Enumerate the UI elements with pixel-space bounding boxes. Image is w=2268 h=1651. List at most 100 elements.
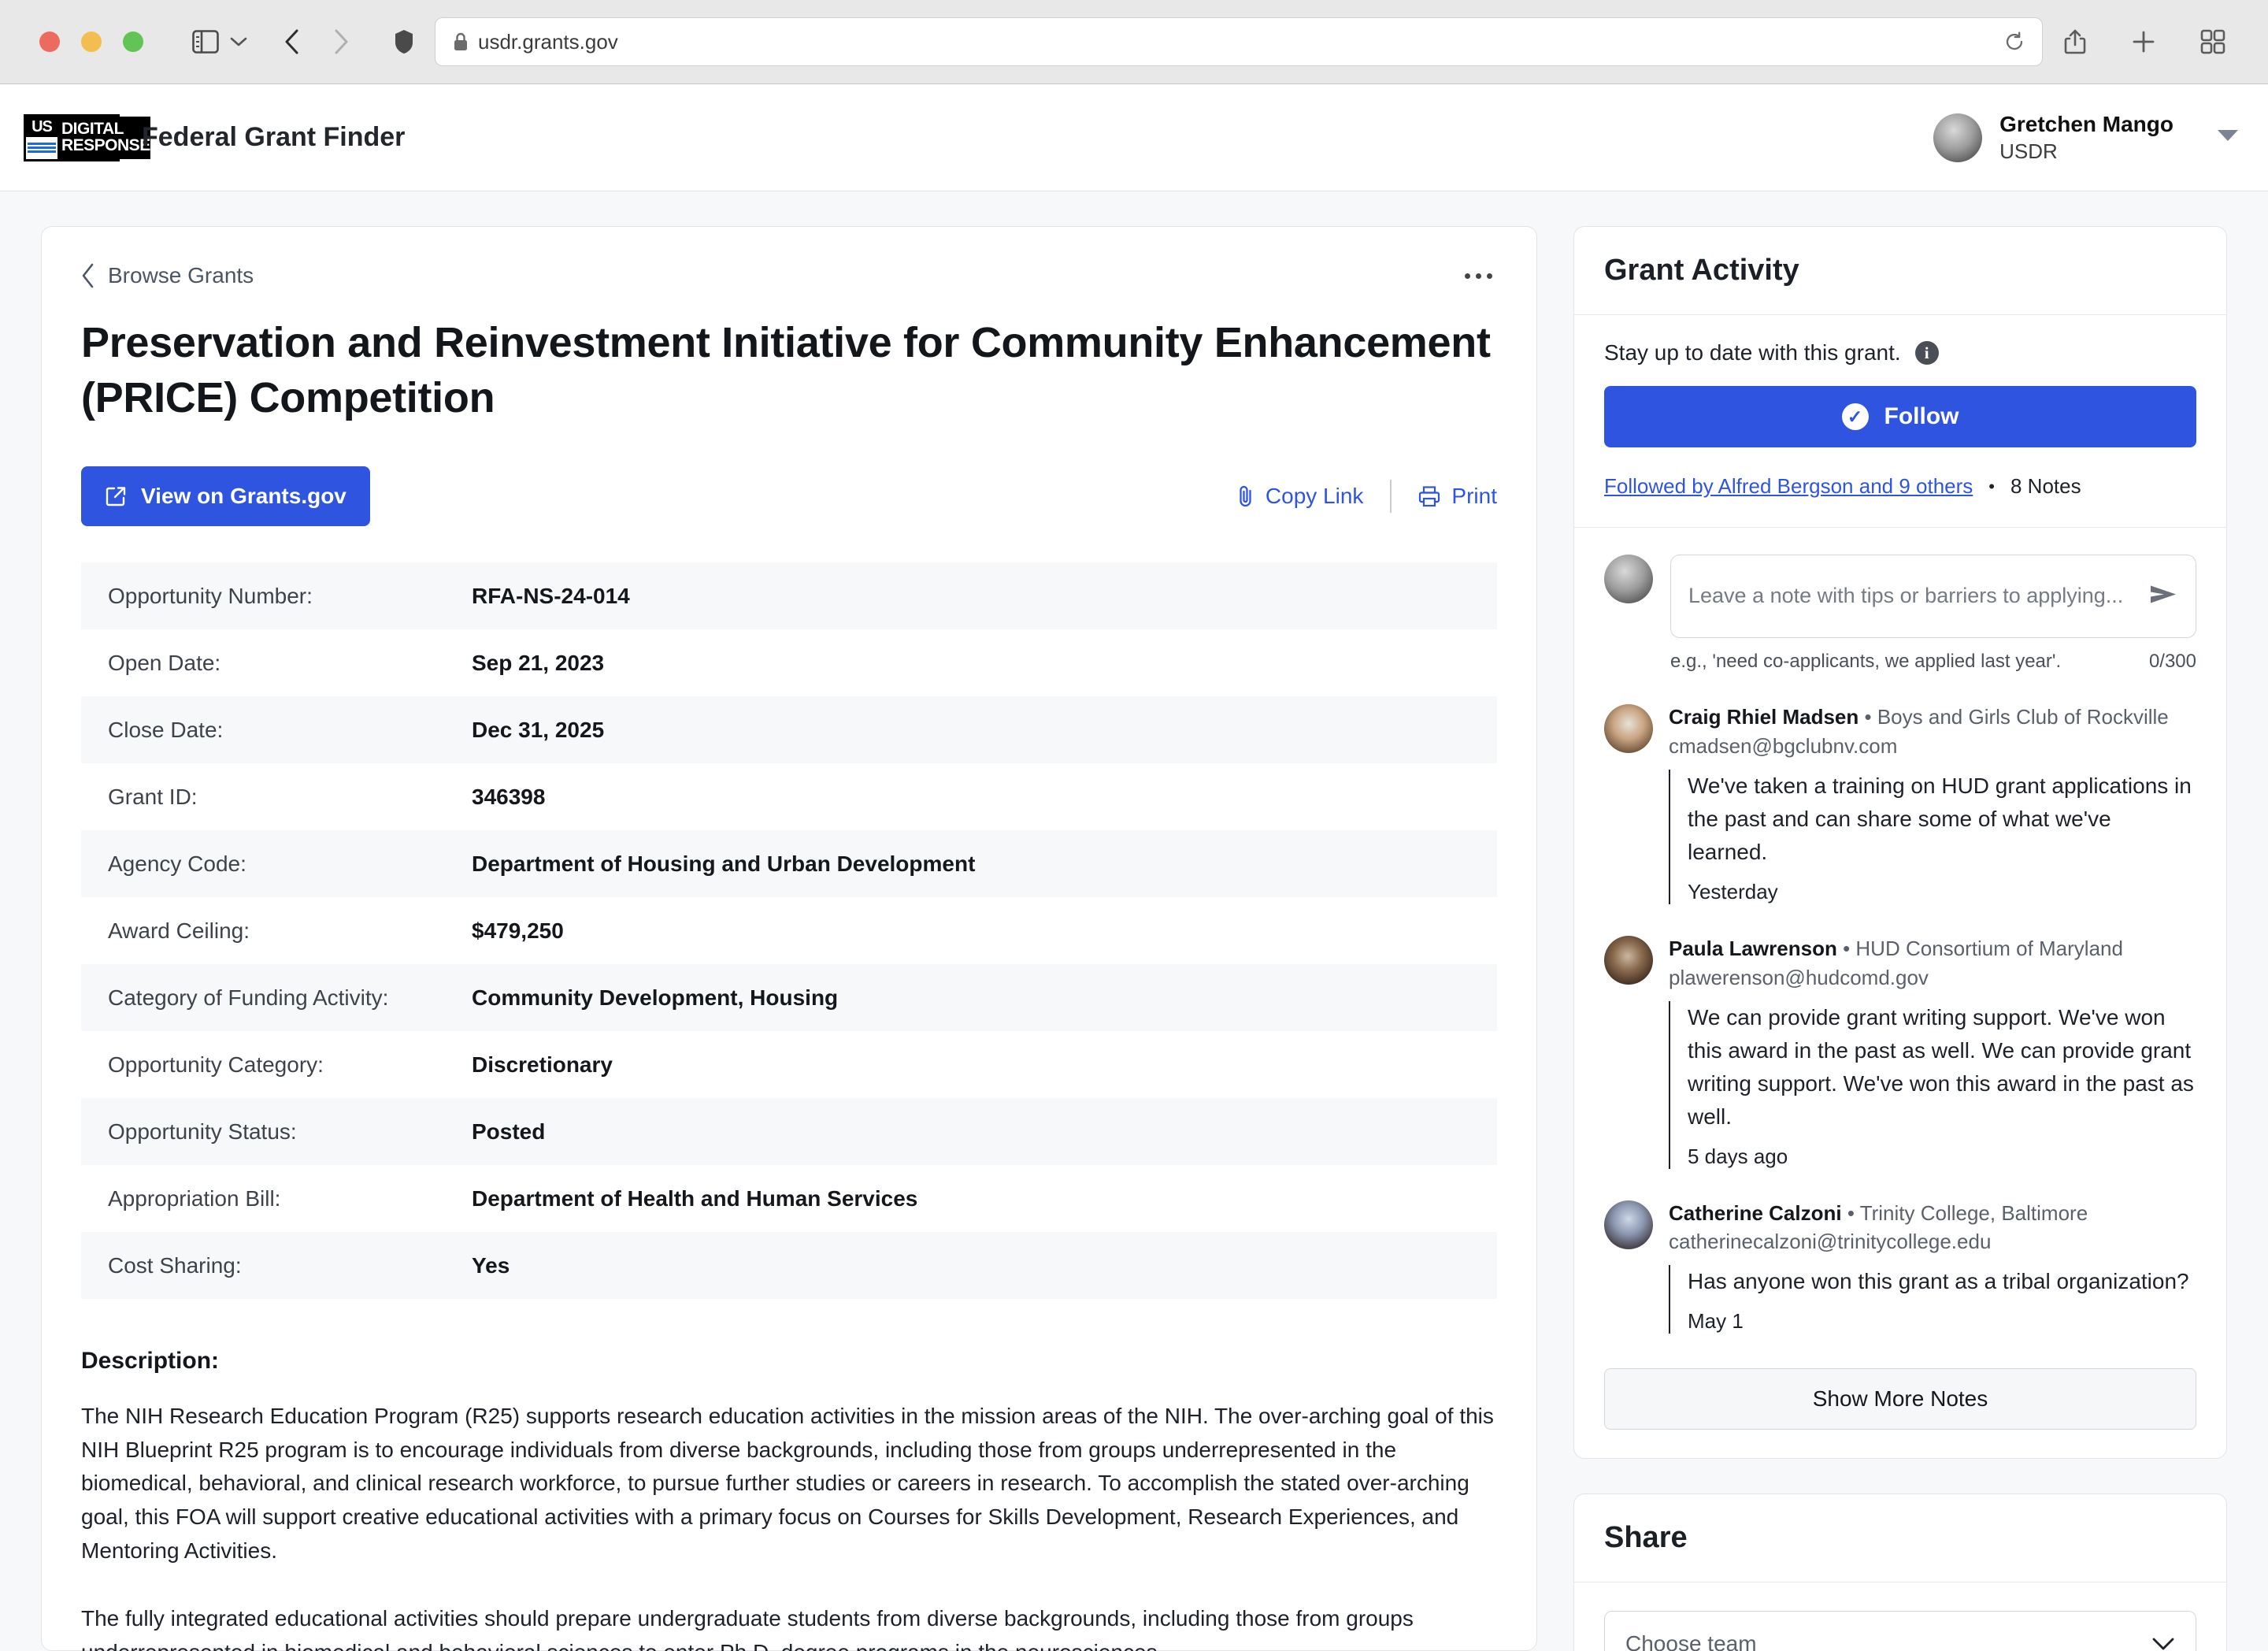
send-icon[interactable] [2148, 583, 2178, 610]
table-row: Agency Code: Department of Housing and Ur… [81, 830, 1497, 898]
detail-label: Close Date: [108, 717, 224, 742]
share-panel: Share Choose team [1573, 1493, 2227, 1651]
user-menu[interactable]: Gretchen Mango USDR [1933, 110, 2240, 165]
share-icon[interactable] [2063, 28, 2087, 55]
stay-up-to-date-label: Stay up to date with this grant. [1604, 340, 1901, 365]
note-author: Paula Lawrenson [1669, 936, 1837, 960]
info-icon[interactable]: i [1914, 341, 1939, 365]
grant-activity-panel: Grant Activity Stay up to date with this… [1573, 226, 2227, 1460]
detail-value: Community Development, Housing [472, 985, 839, 1010]
choose-team-placeholder: Choose team [1625, 1631, 1757, 1651]
reload-icon[interactable] [2004, 32, 2025, 52]
avatar [1604, 1200, 1653, 1249]
note-text: We've taken a training on HUD grant appl… [1688, 773, 2192, 864]
choose-team-select[interactable]: Choose team [1604, 1611, 2196, 1651]
user-org: USDR [1999, 139, 2058, 163]
back-icon[interactable] [284, 28, 301, 55]
breadcrumb-row: Browse Grants [81, 263, 1497, 288]
share-header: Share [1574, 1494, 2226, 1583]
forward-icon [332, 28, 350, 55]
note-author: Craig Rhiel Madsen [1669, 705, 1859, 729]
char-counter: 0/300 [2148, 651, 2196, 672]
view-on-grants-gov-button[interactable]: View on Grants.gov [81, 466, 370, 527]
detail-label: Opportunity Status: [108, 1119, 297, 1144]
table-row: Cost Sharing: Yes [81, 1232, 1497, 1300]
avatar [1933, 113, 1983, 162]
more-options-icon[interactable] [1460, 269, 1497, 284]
avatar [1604, 555, 1653, 603]
show-more-notes-button[interactable]: Show More Notes [1604, 1368, 2196, 1430]
follow-button[interactable]: ✓ Follow [1604, 386, 2196, 447]
view-on-grants-gov-label: View on Grants.gov [141, 484, 346, 509]
window-controls[interactable] [39, 32, 143, 52]
detail-label: Appropriation Bill: [108, 1185, 281, 1211]
chevron-down-icon[interactable] [230, 36, 247, 47]
brand[interactable]: US DIGITAL RESPONSE Federal Grant Finder [24, 113, 405, 161]
table-row: Opportunity Category: Discretionary [81, 1031, 1497, 1098]
note-text: We can provide grant writing support. We… [1688, 1004, 2194, 1129]
table-row: Opportunity Number: RFA-NS-24-014 [81, 562, 1497, 630]
list-item: Craig Rhiel Madsen • Boys and Girls Club… [1604, 704, 2196, 904]
note-composer: Leave a note with tips or barriers to ap… [1604, 555, 2196, 638]
note-hint-row: e.g., 'need co-applicants, we applied la… [1604, 651, 2196, 673]
print-button[interactable]: Print [1418, 484, 1497, 509]
description-paragraph: The fully integrated educational activit… [81, 1606, 1414, 1651]
table-row: Appropriation Bill: Department of Health … [81, 1165, 1497, 1232]
detail-label: Award Ceiling: [108, 918, 250, 943]
detail-label: Agency Code: [108, 851, 246, 876]
detail-label: Cost Sharing: [108, 1252, 242, 1278]
browser-right-actions [2063, 28, 2225, 55]
sidebar-icon[interactable] [192, 30, 219, 54]
check-icon: ✓ [1841, 403, 1869, 430]
printer-icon [1418, 485, 1440, 507]
shield-icon[interactable] [394, 29, 414, 54]
note-timestamp: 5 days ago [1688, 1144, 1788, 1168]
breadcrumb[interactable]: Browse Grants [81, 263, 254, 288]
detail-value: Discretionary [472, 1052, 613, 1077]
description-paragraph: The NIH Research Education Program (R25)… [81, 1404, 1494, 1563]
back-chevron-icon [81, 263, 95, 288]
new-tab-icon[interactable] [2131, 29, 2156, 54]
grant-activity-title: Grant Activity [1604, 254, 1799, 287]
detail-value: Yes [472, 1252, 510, 1278]
note-input[interactable]: Leave a note with tips or barriers to ap… [1670, 555, 2196, 638]
maximize-window-button[interactable] [123, 32, 143, 52]
avatar [1604, 704, 1653, 753]
right-rail: Grant Activity Stay up to date with this… [1573, 226, 2227, 1651]
copy-link-button[interactable]: Copy Link [1237, 484, 1363, 509]
note-email: plawerenson@hudcomd.gov [1669, 965, 1929, 989]
note-input-placeholder: Leave a note with tips or barriers to ap… [1688, 584, 2124, 608]
note-org-label: Trinity College, Baltimore [1859, 1200, 2088, 1225]
share-title: Share [1604, 1521, 1688, 1555]
usdr-logo-us: US [26, 116, 57, 138]
note-email: catherinecalzoni@trinitycollege.edu [1669, 1230, 1992, 1254]
detail-value: Posted [472, 1119, 546, 1144]
description-heading: Description: [81, 1348, 220, 1375]
note-timestamp: Yesterday [1688, 879, 1778, 903]
detail-value: Department of Housing and Urban Developm… [472, 851, 976, 876]
bullet-separator: • [1988, 476, 1995, 496]
paperclip-icon [1237, 484, 1254, 508]
table-row: Close Date: Dec 31, 2025 [81, 696, 1497, 764]
grant-title: Preservation and Reinvestment Initiative… [81, 319, 1491, 422]
note-text: Has anyone won this grant as a tribal or… [1688, 1269, 2189, 1294]
detail-label: Category of Funding Activity: [108, 985, 389, 1010]
note-org: • Boys and Girls Club of Rockville [1864, 705, 2169, 729]
tab-overview-icon[interactable] [2200, 29, 2225, 54]
note-email: cmadsen@bgclubnv.com [1669, 733, 1898, 758]
list-item: Paula Lawrenson • HUD Consortium of Mary… [1604, 935, 2196, 1169]
followed-by-row: Followed by Alfred Bergson and 9 others … [1604, 474, 2196, 499]
detail-value: RFA-NS-24-014 [472, 583, 630, 608]
close-window-button[interactable] [39, 32, 60, 52]
grant-details-table: Opportunity Number: RFA-NS-24-014 Open Da… [81, 562, 1497, 1300]
chevron-down-icon [2151, 1631, 2175, 1651]
address-bar[interactable]: usdr.grants.gov [435, 17, 2043, 66]
note-org-label: HUD Consortium of Maryland [1855, 936, 2123, 960]
usdr-logo-line1: DIGITAL [61, 120, 124, 139]
user-name: Gretchen Mango [1999, 111, 2174, 136]
followed-by-link[interactable]: Followed by Alfred Bergson and 9 others [1604, 474, 1973, 499]
print-label: Print [1451, 484, 1497, 509]
minimize-window-button[interactable] [81, 32, 102, 52]
chevron-down-icon[interactable] [2216, 128, 2240, 147]
note-author: Catherine Calzoni [1669, 1200, 1842, 1225]
